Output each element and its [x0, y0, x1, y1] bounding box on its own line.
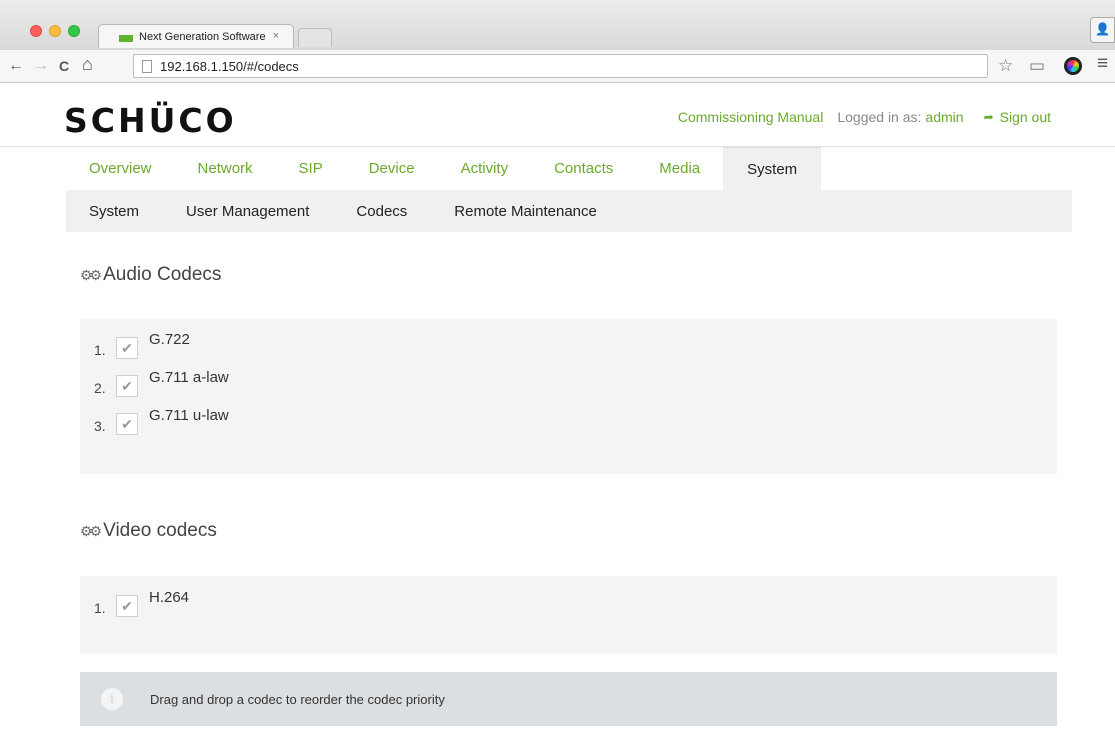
commissioning-manual-link[interactable]: Commissioning Manual	[678, 109, 824, 125]
codec-priority: 1.	[94, 600, 106, 616]
audio-codec-list: 1. ✔ G.722 2. ✔ G.711 a-law 3. ✔ G.711 u…	[80, 319, 1057, 474]
browser-toolbar: ← → C ⌂ 192.168.1.150/#/codecs ☆ ▭ ≡	[0, 50, 1115, 83]
home-icon[interactable]: ⌂	[82, 55, 93, 73]
list-item[interactable]: 1. ✔ H.264	[94, 589, 189, 617]
maximize-window-button[interactable]	[68, 25, 80, 37]
sign-out-icon: ➦	[983, 110, 994, 124]
list-item[interactable]: 1. ✔ G.722	[94, 331, 190, 359]
gears-icon: ⚙⚙	[80, 266, 102, 283]
main-nav: Overview Network SIP Device Activity Con…	[66, 147, 822, 190]
color-extension-icon[interactable]	[1064, 57, 1082, 75]
codec-name: G.711 a-law	[149, 369, 229, 386]
tab-network[interactable]: Network	[175, 147, 276, 190]
username-link[interactable]: admin	[925, 109, 963, 125]
logged-in-label: Logged in as:	[837, 109, 922, 125]
menu-icon[interactable]: ≡	[1097, 54, 1108, 73]
favicon-icon	[119, 35, 133, 42]
close-window-button[interactable]	[30, 25, 42, 37]
codec-name: G.711 u-law	[149, 407, 229, 424]
minimize-window-button[interactable]	[49, 25, 61, 37]
subtab-user-management[interactable]: User Management	[186, 203, 309, 220]
check-icon: ✔	[121, 597, 133, 614]
info-text: Drag and drop a codec to reorder the cod…	[150, 691, 445, 707]
list-item[interactable]: 2. ✔ G.711 a-law	[94, 369, 229, 397]
url-text: 192.168.1.150/#/codecs	[160, 58, 299, 74]
audio-codecs-title: Audio Codecs	[103, 264, 222, 285]
star-icon[interactable]: ☆	[998, 57, 1013, 74]
codec-priority: 1.	[94, 342, 106, 358]
video-codecs-heading: ⚙⚙ Video codecs	[80, 520, 217, 542]
codec-name: G.722	[149, 331, 190, 348]
back-icon[interactable]: ←	[8, 58, 24, 74]
sub-nav: System User Management Codecs Remote Mai…	[66, 190, 1072, 232]
codec-priority: 2.	[94, 380, 106, 396]
header-links: Commissioning Manual Logged in as: admin…	[678, 109, 1051, 125]
info-icon: i	[101, 688, 123, 710]
new-tab-button[interactable]	[298, 28, 332, 47]
browser-titlebar: Next Generation Software × 👤	[0, 0, 1115, 50]
reload-icon[interactable]: C	[59, 58, 69, 74]
forward-icon[interactable]: →	[33, 58, 49, 74]
codec-checkbox[interactable]: ✔	[116, 595, 138, 617]
codec-checkbox[interactable]: ✔	[116, 337, 138, 359]
codec-checkbox[interactable]: ✔	[116, 413, 138, 435]
tab-contacts[interactable]: Contacts	[531, 147, 636, 190]
browser-tab[interactable]: Next Generation Software ×	[98, 24, 294, 48]
cast-icon[interactable]: ▭	[1029, 57, 1045, 74]
codec-name: H.264	[149, 589, 190, 606]
codec-checkbox[interactable]: ✔	[116, 375, 138, 397]
tab-system[interactable]: System	[723, 147, 822, 190]
tab-activity[interactable]: Activity	[438, 147, 532, 190]
sign-out-label: Sign out	[999, 109, 1051, 125]
tab-overview[interactable]: Overview	[66, 147, 175, 190]
tab-device[interactable]: Device	[346, 147, 438, 190]
check-icon: ✔	[121, 339, 133, 356]
subtab-remote-maintenance[interactable]: Remote Maintenance	[454, 203, 597, 220]
audio-codecs-heading: ⚙⚙ Audio Codecs	[80, 264, 221, 286]
video-codecs-title: Video codecs	[103, 520, 217, 541]
subtab-system[interactable]: System	[89, 203, 139, 220]
list-item[interactable]: 3. ✔ G.711 u-law	[94, 407, 229, 435]
gears-icon: ⚙⚙	[80, 522, 102, 539]
subtab-codecs[interactable]: Codecs	[356, 203, 407, 220]
check-icon: ✔	[121, 377, 133, 394]
tab-sip[interactable]: SIP	[276, 147, 346, 190]
sign-out-button[interactable]: ➦ Sign out	[984, 109, 1051, 125]
tab-close-icon[interactable]: ×	[273, 30, 279, 42]
info-message: i Drag and drop a codec to reorder the c…	[80, 672, 1057, 726]
tab-title: Next Generation Software	[139, 30, 266, 43]
page-icon	[142, 59, 152, 73]
schuco-logo: SCHÜCO	[64, 101, 237, 140]
codec-priority: 3.	[94, 418, 106, 434]
address-bar[interactable]: 192.168.1.150/#/codecs	[133, 54, 988, 78]
check-icon: ✔	[121, 415, 133, 432]
video-codec-list: 1. ✔ H.264	[80, 576, 1057, 654]
tab-media[interactable]: Media	[636, 147, 723, 190]
profile-icon[interactable]: 👤	[1090, 17, 1115, 43]
